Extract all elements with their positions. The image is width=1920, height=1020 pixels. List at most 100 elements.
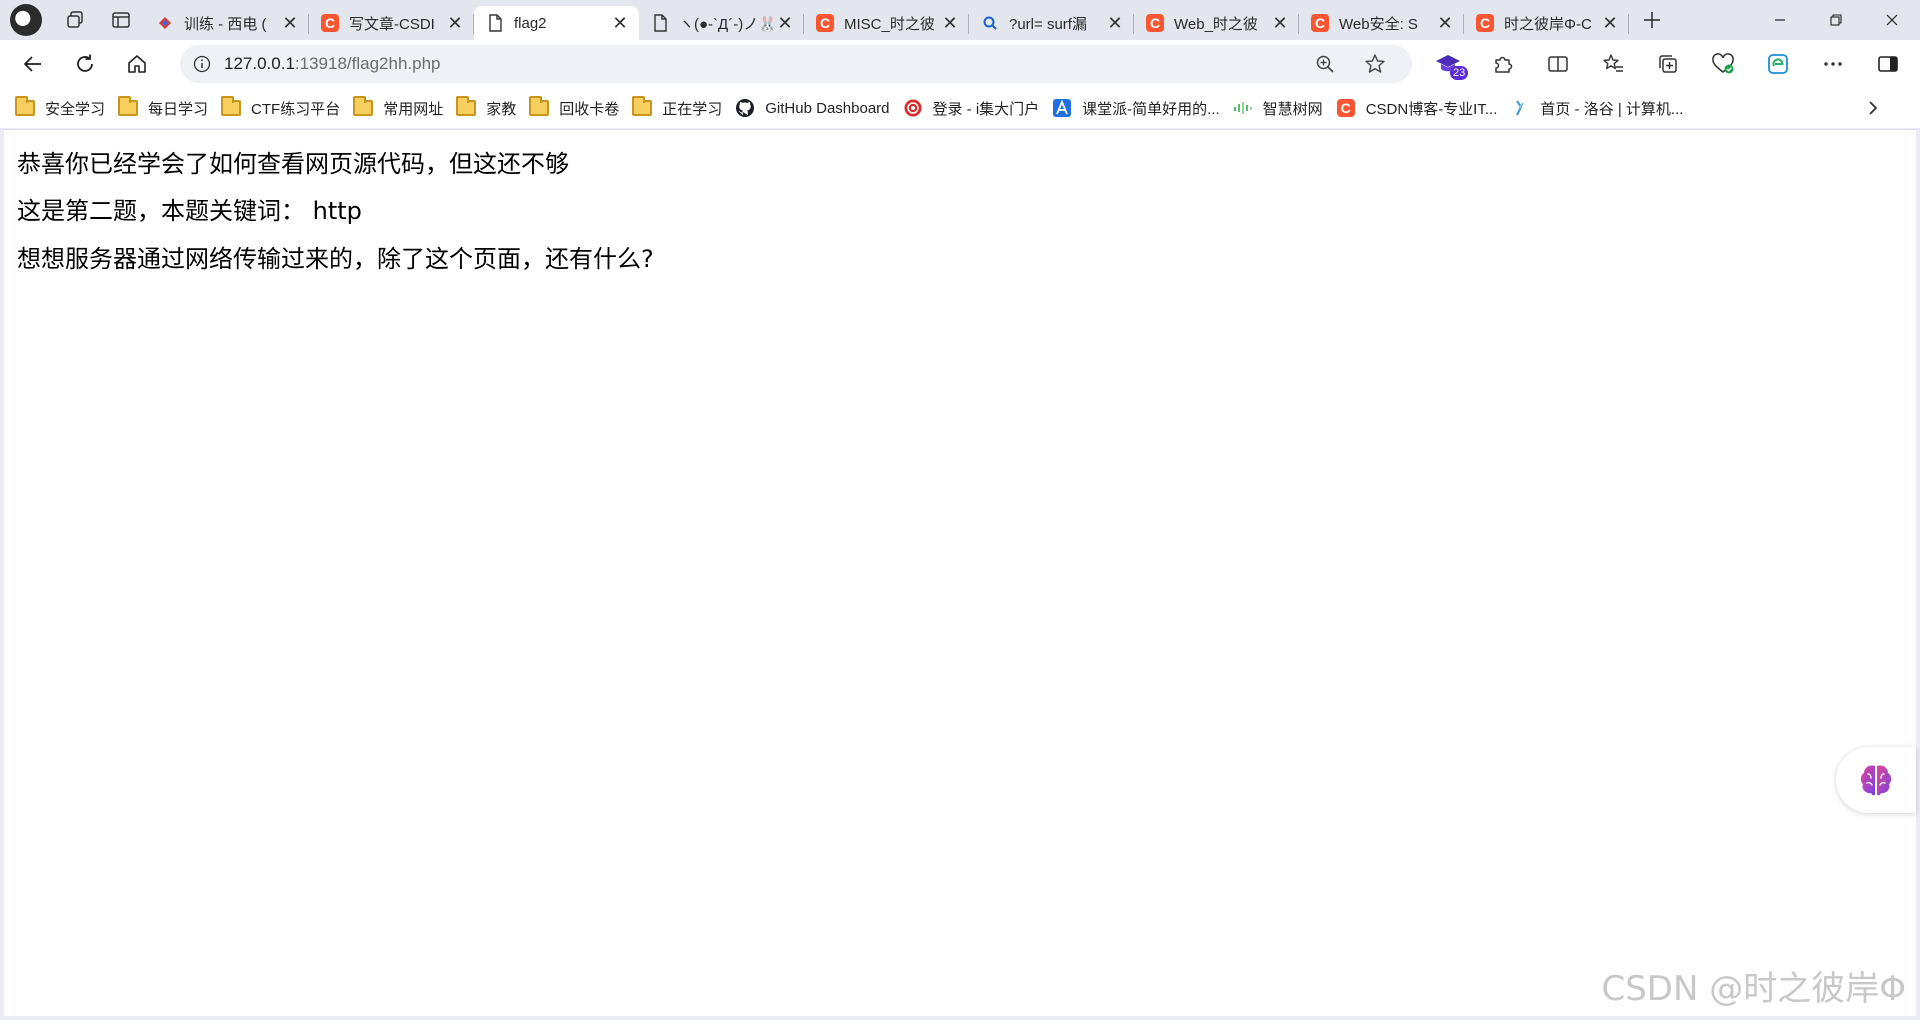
workspaces-icon <box>67 11 83 28</box>
page-icon <box>651 14 669 32</box>
tab-actions-icon <box>112 12 130 28</box>
folder-icon <box>15 96 35 118</box>
tab-search-ssrf[interactable]: ?url= surf漏 ✕ <box>969 6 1134 40</box>
csdn-icon: C <box>1146 14 1164 32</box>
folder-icon <box>632 96 653 118</box>
close-icon[interactable]: ✕ <box>1106 13 1124 33</box>
site-info-button[interactable] <box>180 55 224 73</box>
favorites-bar: 安全学习 每日学习 CTF练习平台 常用网址 家教 回收卡卷 正在学习 GitH… <box>0 88 1920 128</box>
close-icon[interactable]: ✕ <box>1601 13 1619 33</box>
close-icon[interactable]: ✕ <box>776 13 794 33</box>
page-content: 恭喜你已经学会了如何查看网页源代码，但这还不够 这是第二题，本题关键词： htt… <box>4 129 1916 1016</box>
split-screen-icon <box>1547 56 1568 72</box>
favorite-folder-tutor[interactable]: 家教 <box>453 93 526 123</box>
zoom-button[interactable] <box>1300 54 1350 74</box>
extensions-button[interactable] <box>1475 44 1530 84</box>
address-bar-actions <box>1300 45 1400 83</box>
address-bar[interactable]: 127.0.0.1:13918/flag2hh.php <box>180 45 1412 83</box>
tab-csdn-write[interactable]: C 写文章-CSDI ✕ <box>309 6 474 40</box>
edge-copilot-tab-button[interactable] <box>1750 44 1805 84</box>
csdn-icon: C <box>1476 14 1494 32</box>
star-icon <box>1365 54 1385 73</box>
edge-icon <box>1767 54 1788 74</box>
puzzle-icon <box>1494 56 1512 73</box>
favorite-folder-ctf[interactable]: CTF练习平台 <box>218 93 350 123</box>
collections-button[interactable] <box>1640 44 1695 84</box>
plus-icon <box>1644 12 1660 28</box>
favorite-star-button[interactable] <box>1350 53 1400 75</box>
favorite-folder-daily[interactable]: 每日学习 <box>115 93 218 123</box>
extensions-area: 23 <box>1420 44 1860 84</box>
tab-web-security[interactable]: C Web安全: S ✕ <box>1299 6 1464 40</box>
browser-essentials-button[interactable] <box>1695 44 1750 84</box>
favorite-csdn[interactable]: C CSDN博客-专业IT... <box>1333 93 1508 123</box>
favorite-folder-security[interactable]: 安全学习 <box>12 93 115 123</box>
close-icon[interactable]: ✕ <box>281 13 299 33</box>
zoom-icon <box>1316 55 1334 73</box>
toolbar: 127.0.0.1:13918/flag2hh.php 23 <box>0 40 1920 88</box>
csdn-icon: C <box>1336 98 1356 118</box>
settings-more-button[interactable] <box>1805 44 1860 84</box>
back-button[interactable] <box>10 44 56 84</box>
close-icon[interactable]: ✕ <box>1271 13 1289 33</box>
window-controls <box>1752 0 1920 40</box>
collections-icon <box>1658 55 1677 73</box>
favorite-jmu-portal[interactable]: 登录 - i集大门户 <box>900 93 1050 123</box>
close-icon[interactable]: ✕ <box>446 13 464 33</box>
profile-button[interactable] <box>0 0 52 40</box>
new-tab-button[interactable] <box>1629 0 1675 40</box>
tab-training[interactable]: 训练 - 西电 ( ✕ <box>144 6 309 40</box>
tab-profile-csdn[interactable]: C 时之彼岸Φ-C ✕ <box>1464 6 1629 40</box>
folder-icon <box>353 96 374 118</box>
close-icon[interactable]: ✕ <box>941 13 959 33</box>
back-arrow-icon <box>23 56 41 72</box>
page-text-line-2: 这是第二题，本题关键词： http <box>17 197 362 225</box>
page-text-line-1: 恭喜你已经学会了如何查看网页源代码，但这还不够 <box>17 150 569 178</box>
more-dots-icon <box>1823 62 1842 66</box>
csdn-icon: C <box>1311 14 1329 32</box>
favorite-ketangpai[interactable]: 课堂派-简单好用的... <box>1049 93 1230 123</box>
github-icon <box>735 98 755 118</box>
search-icon <box>981 14 999 32</box>
tab-actions-button[interactable] <box>98 0 144 40</box>
sidebar-toggle-button[interactable] <box>1868 44 1908 84</box>
restore-icon <box>1830 14 1842 26</box>
ctf-icon <box>156 14 174 32</box>
favorites-list-icon <box>1602 54 1623 72</box>
csdn-icon: C <box>816 14 834 32</box>
extension-badge: 23 <box>1450 66 1469 80</box>
heart-pulse-icon <box>1711 53 1734 74</box>
close-icon[interactable]: ✕ <box>611 13 629 33</box>
tab-web[interactable]: C Web_时之彼 ✕ <box>1134 6 1299 40</box>
favorites-overflow-button[interactable] <box>1858 93 1888 123</box>
minimize-button[interactable] <box>1752 0 1808 40</box>
restore-button[interactable] <box>1808 0 1864 40</box>
folder-icon <box>529 96 550 118</box>
favorites-button[interactable] <box>1585 44 1640 84</box>
jmu-icon <box>903 98 923 118</box>
favorite-folder-common[interactable]: 常用网址 <box>350 93 453 123</box>
favorite-folder-recycle[interactable]: 回收卡卷 <box>526 93 629 123</box>
copilot-floating-button[interactable] <box>1836 747 1916 813</box>
favorite-zhihuishu[interactable]: 智慧树网 <box>1230 93 1333 123</box>
close-window-button[interactable] <box>1864 0 1920 40</box>
profile-avatar <box>10 4 42 36</box>
ketangpai-icon <box>1052 98 1072 118</box>
chevron-right-icon <box>1869 101 1878 115</box>
split-screen-button[interactable] <box>1530 44 1585 84</box>
tab-flag2[interactable]: flag2 ✕ <box>474 6 639 40</box>
home-button[interactable] <box>114 44 160 84</box>
favorite-github[interactable]: GitHub Dashboard <box>732 93 899 123</box>
folder-icon <box>118 96 139 118</box>
tab-list: 训练 - 西电 ( ✕ C 写文章-CSDI ✕ flag2 ✕ ヽ(●-`Д´… <box>144 0 1629 40</box>
workspaces-button[interactable] <box>52 0 98 40</box>
extension-hat-button[interactable]: 23 <box>1420 44 1475 84</box>
favorite-luogu[interactable]: 首页 - 洛谷 | 计算机... <box>1507 93 1693 123</box>
tab-misc[interactable]: C MISC_时之彼 ✕ <box>804 6 969 40</box>
tab-emoticon[interactable]: ヽ(●-`Д´-)ノ🐰 ✕ <box>639 6 804 40</box>
refresh-button[interactable] <box>62 44 108 84</box>
info-icon <box>193 55 211 73</box>
url-text[interactable]: 127.0.0.1:13918/flag2hh.php <box>224 54 441 74</box>
favorite-folder-studying[interactable]: 正在学习 <box>629 93 732 123</box>
close-icon[interactable]: ✕ <box>1436 13 1454 33</box>
